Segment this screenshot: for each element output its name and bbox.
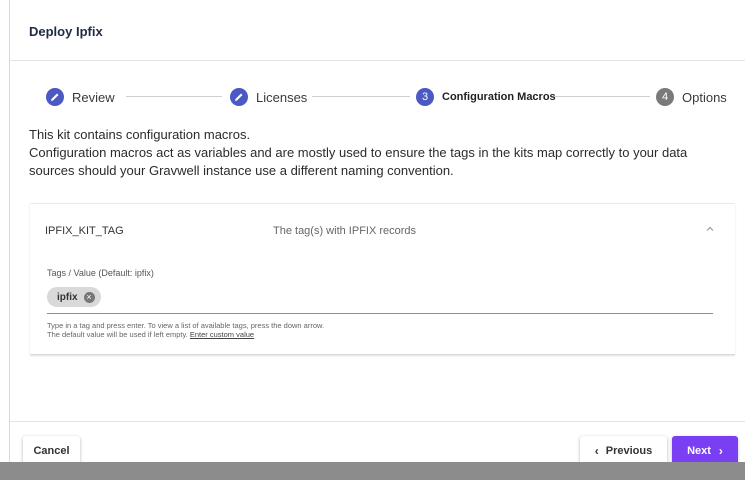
step-label: Review [72, 89, 115, 105]
tags-value-input[interactable]: ipfix × [47, 283, 713, 314]
step-label: Licenses [256, 89, 308, 105]
dialog-title: Deploy Ipfix [29, 24, 103, 39]
stepper: Review Licenses 3 Configuration Macros 4… [46, 86, 727, 108]
pencil-icon [230, 88, 248, 106]
step-number: 4 [656, 88, 674, 106]
pencil-icon [46, 88, 64, 106]
step-options[interactable]: 4 Options [656, 86, 727, 108]
step-review[interactable]: Review [46, 86, 115, 108]
deploy-dialog: Deploy Ipfix Review Licenses 3 Configura… [10, 0, 745, 465]
dialog-footer: Cancel ‹ Previous Next › [10, 421, 745, 465]
step-label: Configuration Macros [442, 91, 556, 103]
background-window-edge [0, 0, 10, 480]
step-connector [126, 96, 222, 97]
hint-line: Type in a tag and press enter. To view a… [47, 321, 325, 330]
chevron-right-icon: › [718, 443, 723, 458]
step-label: Options [682, 89, 727, 105]
step-connector [312, 96, 410, 97]
intro-text: This kit contains configuration macros. … [29, 126, 729, 180]
chevron-left-icon: ‹ [594, 443, 599, 458]
enter-custom-value-link[interactable]: Enter custom value [190, 330, 254, 339]
tag-chip[interactable]: ipfix × [47, 287, 101, 307]
macro-panel: IPFIX_KIT_TAG The tag(s) with IPFIX reco… [30, 203, 735, 355]
step-licenses[interactable]: Licenses [230, 86, 307, 108]
previous-button[interactable]: ‹ Previous [580, 436, 667, 465]
cancel-button[interactable]: Cancel [23, 436, 80, 465]
step-number: 3 [416, 88, 434, 106]
close-circle-icon[interactable]: × [83, 291, 95, 303]
field-hint: Type in a tag and press enter. To view a… [47, 321, 324, 339]
hint-line-2: The default value will be used if left e… [47, 330, 324, 339]
next-button-label: Next [687, 444, 711, 457]
intro-line: Configuration macros act as variables an… [29, 145, 688, 178]
dialog-header: Deploy Ipfix [10, 0, 745, 61]
tag-chip-label: ipfix [57, 291, 78, 303]
previous-button-label: Previous [605, 444, 653, 457]
macro-name[interactable]: IPFIX_KIT_TAG [45, 225, 124, 237]
backdrop [0, 462, 745, 480]
step-connector [554, 96, 650, 97]
hint-text: The default value will be used if left e… [47, 330, 188, 339]
macro-description: The tag(s) with IPFIX records [273, 225, 417, 237]
tags-value-label: Tags / Value (Default: ipfix) [47, 268, 154, 278]
chevron-up-icon[interactable] [703, 222, 717, 236]
step-configuration-macros[interactable]: 3 Configuration Macros [416, 86, 556, 108]
next-button[interactable]: Next › [672, 436, 738, 465]
intro-line: This kit contains configuration macros. [29, 127, 251, 142]
